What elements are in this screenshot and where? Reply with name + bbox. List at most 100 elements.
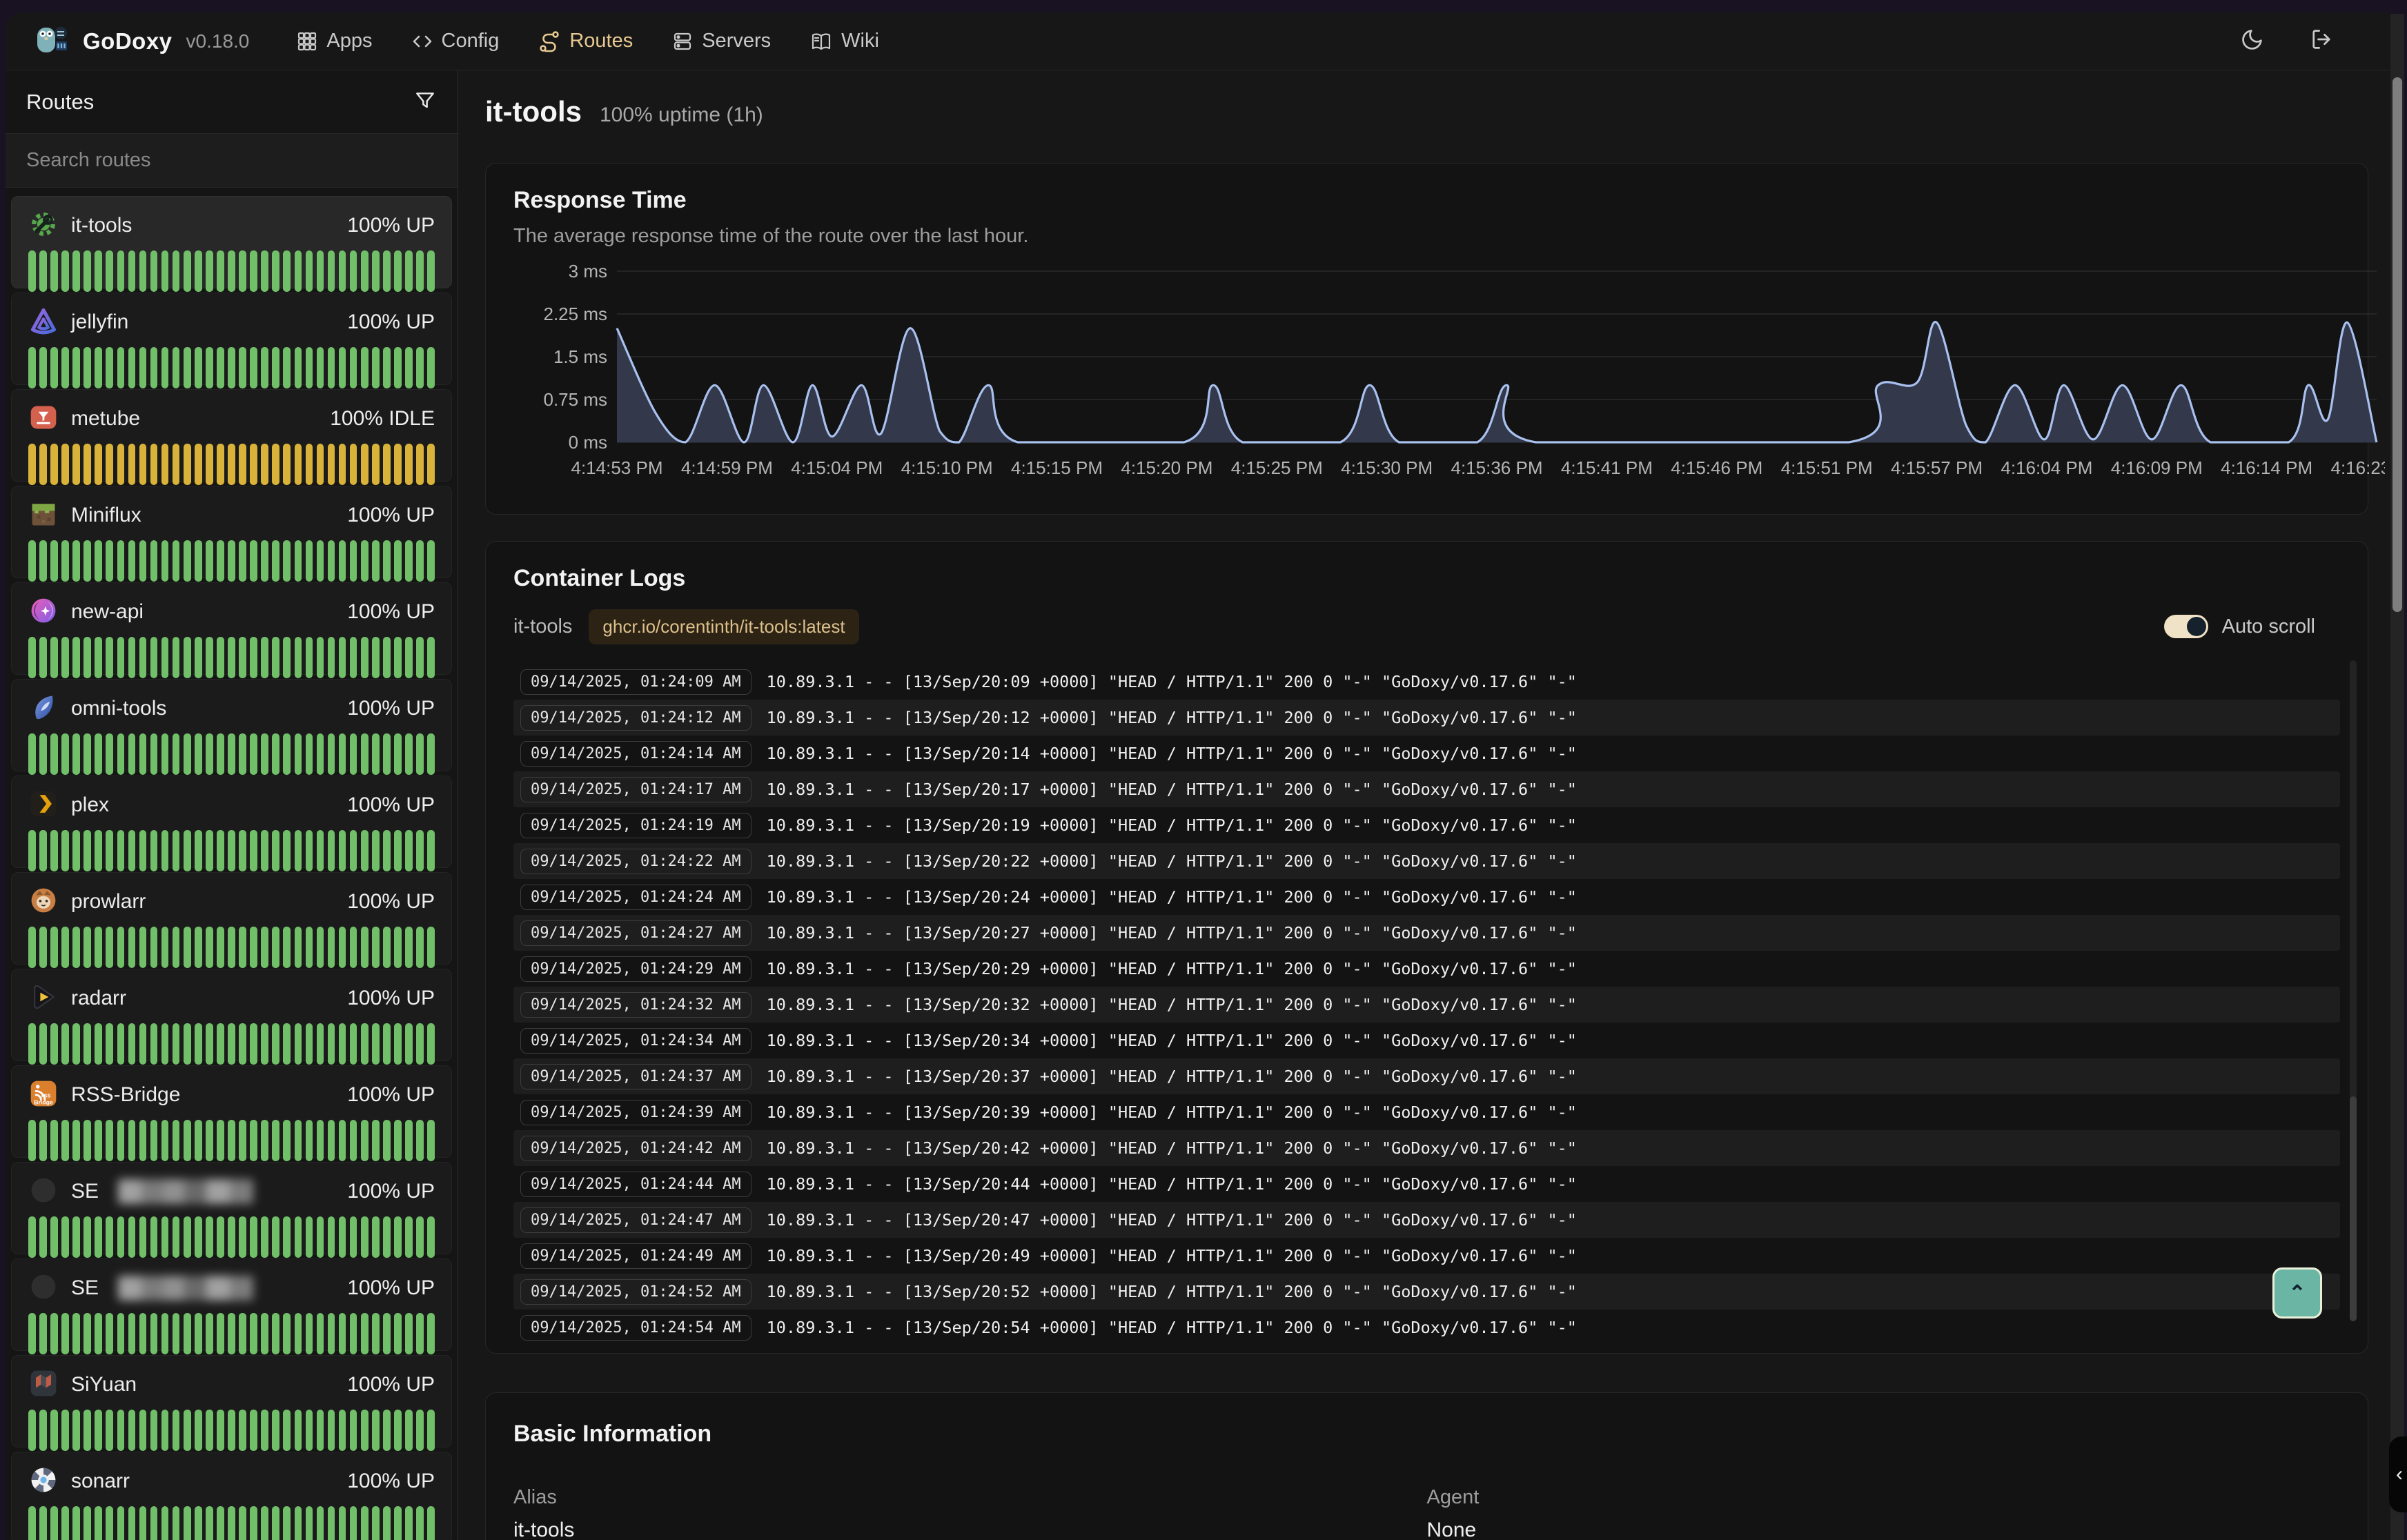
- nav-item-apps[interactable]: Apps: [296, 30, 372, 52]
- log-message: 10.89.3.1 - - [13/Sep/20:17 +0000] "HEAD…: [767, 780, 1577, 799]
- log-timestamp: 09/14/2025, 01:24:27 AM: [520, 920, 751, 946]
- sidebar-route-prowlarr[interactable]: prowlarr 100% UP: [11, 872, 452, 965]
- basic-field-alias: Aliasit-tools: [513, 1486, 1427, 1540]
- log-message: 10.89.3.1 - - [13/Sep/20:37 +0000] "HEAD…: [767, 1067, 1577, 1086]
- uptime-bars: [28, 830, 435, 871]
- nav-item-label: Routes: [569, 30, 633, 52]
- log-message: 10.89.3.1 - - [13/Sep/20:49 +0000] "HEAD…: [767, 1246, 1577, 1265]
- route-status: 100% UP: [347, 793, 435, 817]
- log-timestamp: 09/14/2025, 01:24:42 AM: [520, 1136, 751, 1161]
- nav-item-wiki[interactable]: Wiki: [809, 30, 879, 53]
- sidebar-route-plex[interactable]: plex 100% UP: [11, 776, 452, 868]
- sidebar-route-jellyfin[interactable]: jellyfin 100% UP: [11, 293, 452, 385]
- svg-text:4:15:20 PM: 4:15:20 PM: [1121, 457, 1212, 478]
- log-scrollbar-thumb[interactable]: [2350, 1096, 2357, 1321]
- log-row: 09/14/2025, 01:24:39 AM10.89.3.1 - - [13…: [513, 1094, 2340, 1130]
- brand-version: v0.18.0: [186, 30, 250, 52]
- svg-text:4:15:04 PM: 4:15:04 PM: [791, 457, 883, 478]
- container-image-badge[interactable]: ghcr.io/corentinth/it-tools:latest: [589, 609, 858, 644]
- drawer-collapse-button[interactable]: ‹: [2389, 1437, 2407, 1512]
- log-row: 09/14/2025, 01:24:27 AM10.89.3.1 - - [13…: [513, 915, 2340, 951]
- filter-funnel-icon[interactable]: [413, 88, 437, 115]
- log-message: 10.89.3.1 - - [13/Sep/20:44 +0000] "HEAD…: [767, 1174, 1577, 1194]
- redacted-name-blur: [118, 1179, 253, 1204]
- log-scrollbar[interactable]: [2350, 660, 2357, 1321]
- log-timestamp: 09/14/2025, 01:24:52 AM: [520, 1279, 751, 1305]
- routes-sidebar: Routes Search routes it-tools 100% UP je…: [6, 70, 458, 1540]
- logout-icon[interactable]: [2309, 27, 2334, 55]
- sidebar-route-rss-bridge[interactable]: rssBridge RSS-Bridge 100% UP: [11, 1065, 452, 1158]
- log-message: 10.89.3.1 - - [13/Sep/20:19 +0000] "HEAD…: [767, 816, 1577, 835]
- search-placeholder: Search routes: [26, 149, 151, 172]
- svg-text:4:14:53 PM: 4:14:53 PM: [571, 457, 663, 478]
- svg-text:4:15:30 PM: 4:15:30 PM: [1341, 457, 1433, 478]
- svg-text:4:15:25 PM: 4:15:25 PM: [1231, 457, 1323, 478]
- svg-text:4:15:46 PM: 4:15:46 PM: [1671, 457, 1762, 478]
- svg-text:4:15:36 PM: 4:15:36 PM: [1451, 457, 1543, 478]
- auto-scroll-toggle[interactable]: [2164, 615, 2208, 638]
- route-status: 100% UP: [347, 600, 435, 624]
- nav-item-label: Apps: [326, 30, 372, 52]
- log-message: 10.89.3.1 - - [13/Sep/20:14 +0000] "HEAD…: [767, 744, 1577, 763]
- new-api-icon: [28, 595, 59, 629]
- sidebar-route-se[interactable]: SE 100% UP: [11, 1258, 452, 1351]
- uptime-bars: [28, 1120, 435, 1161]
- log-message: 10.89.3.1 - - [13/Sep/20:12 +0000] "HEAD…: [767, 708, 1577, 727]
- uptime-bars: [28, 733, 435, 775]
- svg-text:4:15:15 PM: 4:15:15 PM: [1011, 457, 1103, 478]
- radarr-icon: [28, 982, 59, 1016]
- sidebar-route-se[interactable]: SE 100% UP: [11, 1162, 452, 1254]
- sidebar-route-radarr[interactable]: radarr 100% UP: [11, 969, 452, 1061]
- log-row: 09/14/2025, 01:24:29 AM10.89.3.1 - - [13…: [513, 951, 2340, 987]
- brand[interactable]: GoDoxy v0.18.0: [36, 23, 249, 59]
- scroll-to-top-button[interactable]: ⌃: [2272, 1267, 2322, 1319]
- log-message: 10.89.3.1 - - [13/Sep/20:24 +0000] "HEAD…: [767, 887, 1577, 907]
- nav-item-routes[interactable]: Routes: [538, 30, 633, 53]
- sidebar-route-siyuan[interactable]: SiYuan 100% UP: [11, 1355, 452, 1448]
- sidebar-title: Routes: [26, 90, 94, 115]
- svg-text:4:15:57 PM: 4:15:57 PM: [1891, 457, 1983, 478]
- response-time-title: Response Time: [513, 187, 2340, 214]
- sidebar-route-it-tools[interactable]: it-tools 100% UP: [11, 196, 452, 288]
- log-timestamp: 09/14/2025, 01:24:12 AM: [520, 705, 751, 731]
- sidebar-route-sonarr[interactable]: sonarr 100% UP: [11, 1452, 452, 1540]
- log-message: 10.89.3.1 - - [13/Sep/20:42 +0000] "HEAD…: [767, 1138, 1577, 1158]
- log-row: 09/14/2025, 01:24:44 AM10.89.3.1 - - [13…: [513, 1166, 2340, 1202]
- log-list[interactable]: 09/14/2025, 01:24:09 AM10.89.3.1 - - [13…: [513, 664, 2340, 1345]
- uptime-bars: [28, 1313, 435, 1354]
- uptime-bars: [28, 250, 435, 292]
- moon-icon[interactable]: [2240, 27, 2265, 55]
- search-routes-input[interactable]: Search routes: [6, 134, 458, 188]
- redacted-name-blur: [118, 1276, 253, 1301]
- rss-bridge-icon: rssBridge: [28, 1078, 59, 1112]
- route-name: prowlarr: [71, 890, 146, 914]
- sidebar-route-omni-tools[interactable]: omni-tools 100% UP: [11, 679, 452, 771]
- sidebar-route-new-api[interactable]: new-api 100% UP: [11, 582, 452, 675]
- nav-item-label: Servers: [702, 30, 771, 52]
- route-status: 100% UP: [347, 1470, 435, 1493]
- route-name: sonarr: [71, 1470, 130, 1493]
- main-panel: it-tools 100% uptime (1h) Response Time …: [459, 70, 2403, 1540]
- route-name: omni-tools: [71, 697, 166, 720]
- response-time-chart: 3 ms2.25 ms1.5 ms0.75 ms0 ms4:14:53 PM4:…: [513, 264, 2340, 486]
- sidebar-route-miniflux[interactable]: Miniflux 100% UP: [11, 486, 452, 578]
- sidebar-route-metube[interactable]: metube 100% IDLE: [11, 389, 452, 482]
- servers-icon: [671, 30, 694, 52]
- log-row: 09/14/2025, 01:24:49 AM10.89.3.1 - - [13…: [513, 1238, 2340, 1274]
- page-scrollbar[interactable]: [2390, 14, 2404, 1540]
- route-status: 100% IDLE: [330, 407, 435, 431]
- log-row: 09/14/2025, 01:24:24 AM10.89.3.1 - - [13…: [513, 879, 2340, 915]
- page-title: it-tools: [485, 95, 582, 128]
- nav-item-config[interactable]: Config: [411, 30, 500, 52]
- response-time-card: Response Time The average response time …: [485, 163, 2368, 515]
- route-name: RSS-Bridge: [71, 1083, 180, 1107]
- godoxy-logo-icon: [36, 23, 72, 59]
- page-scrollbar-thumb[interactable]: [2393, 77, 2402, 612]
- container-logs-card: Container Logs it-tools ghcr.io/corentin…: [485, 541, 2368, 1354]
- nav-item-servers[interactable]: Servers: [671, 30, 771, 52]
- log-timestamp: 09/14/2025, 01:24:47 AM: [520, 1207, 751, 1233]
- basic-field-agent: AgentNone: [1427, 1486, 2341, 1540]
- brand-name: GoDoxy: [83, 28, 173, 55]
- auto-scroll-label: Auto scroll: [2222, 615, 2315, 638]
- field-label: Agent: [1427, 1486, 2341, 1509]
